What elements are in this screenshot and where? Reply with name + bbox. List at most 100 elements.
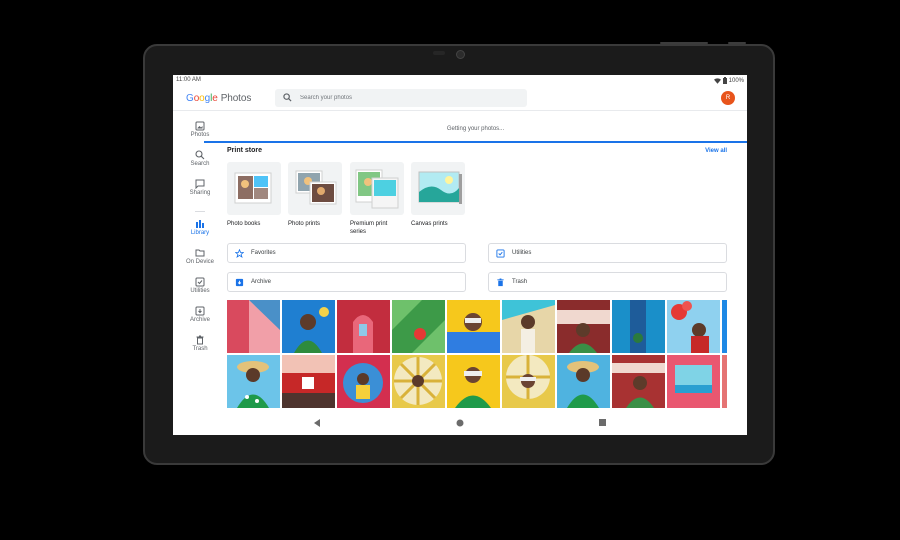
logo-letter: e bbox=[212, 93, 218, 104]
photo-thumbnail[interactable] bbox=[282, 300, 335, 353]
print-store-title: Print store bbox=[227, 147, 263, 154]
utilities-chip[interactable]: Utilities bbox=[488, 243, 727, 263]
nav-label: On Device bbox=[185, 259, 214, 265]
photo-image bbox=[337, 300, 390, 353]
print-label: Canvas prints bbox=[411, 221, 448, 227]
status-time: 11:00 AM bbox=[176, 77, 201, 83]
print-card-canvas-prints[interactable] bbox=[411, 162, 465, 215]
print-card-photo-prints[interactable] bbox=[288, 162, 342, 215]
photo-image bbox=[667, 355, 720, 408]
photo-thumbnail[interactable] bbox=[667, 300, 720, 353]
star-icon bbox=[235, 249, 244, 258]
photo-thumbnail[interactable] bbox=[722, 300, 727, 353]
utilities-icon bbox=[195, 277, 205, 287]
archive-chip[interactable]: Archive bbox=[227, 272, 466, 292]
archive-icon bbox=[195, 306, 205, 316]
photo-thumbnail[interactable] bbox=[612, 300, 665, 353]
photo-thumbnail[interactable] bbox=[392, 355, 445, 408]
nav-item-search[interactable]: Search bbox=[173, 150, 227, 177]
photo-image bbox=[557, 355, 610, 408]
photo-thumbnail[interactable] bbox=[337, 300, 390, 353]
photo-image bbox=[722, 300, 727, 353]
search-input[interactable] bbox=[300, 89, 520, 107]
photo-prints-thumbnail bbox=[295, 170, 337, 205]
loading-text: Getting your photos... bbox=[446, 126, 505, 132]
utilities-icon bbox=[496, 249, 505, 258]
print-label: Photo prints bbox=[288, 221, 321, 227]
favorites-chip[interactable]: Favorites bbox=[227, 243, 466, 263]
logo-product: Photos bbox=[220, 93, 252, 104]
nav-divider bbox=[195, 211, 205, 212]
nav-item-archive[interactable]: Archive bbox=[173, 306, 227, 333]
photo-image bbox=[227, 300, 280, 353]
print-card-photo-books[interactable] bbox=[227, 162, 281, 215]
photo-thumbnail[interactable] bbox=[557, 300, 610, 353]
photo-book-thumbnail bbox=[234, 172, 272, 204]
photo-thumbnail[interactable] bbox=[612, 355, 665, 408]
photo-image bbox=[722, 355, 727, 408]
nav-item-trash[interactable]: Trash bbox=[173, 335, 227, 362]
nav-item-utilities[interactable]: Utilities bbox=[173, 277, 227, 304]
nav-label: Utilities bbox=[190, 288, 210, 294]
trash-chip[interactable]: Trash bbox=[488, 272, 727, 292]
front-camera bbox=[456, 50, 465, 59]
photo-image bbox=[557, 300, 610, 353]
home-icon[interactable] bbox=[456, 419, 464, 427]
photo-thumbnail[interactable] bbox=[557, 355, 610, 408]
archive-icon bbox=[235, 278, 244, 287]
chip-label: Trash bbox=[512, 279, 528, 285]
photo-image bbox=[337, 355, 390, 408]
photo-image bbox=[392, 355, 445, 408]
search-icon bbox=[195, 150, 205, 160]
photo-thumbnail[interactable] bbox=[502, 300, 555, 353]
trash-icon bbox=[497, 278, 504, 287]
photo-thumbnail[interactable] bbox=[392, 300, 445, 353]
wifi-icon bbox=[713, 77, 721, 84]
photo-thumbnail[interactable] bbox=[282, 355, 335, 408]
status-icons: 100% bbox=[713, 77, 744, 84]
photo-thumbnail[interactable] bbox=[667, 355, 720, 408]
nav-label: Library bbox=[190, 230, 210, 236]
print-label: Premium print series bbox=[350, 221, 388, 235]
photo-image bbox=[667, 300, 720, 353]
photo-image bbox=[227, 355, 280, 408]
folder-icon bbox=[195, 249, 205, 257]
account-avatar[interactable]: R bbox=[721, 91, 735, 105]
photo-image bbox=[612, 355, 665, 408]
volume-button bbox=[660, 42, 708, 44]
photo-thumbnail[interactable] bbox=[447, 300, 500, 353]
photo-thumbnail[interactable] bbox=[722, 355, 727, 408]
search-icon bbox=[283, 93, 292, 102]
google-photos-logo[interactable]: Google Photos bbox=[186, 93, 251, 104]
photo-image bbox=[282, 300, 335, 353]
power-button bbox=[728, 42, 746, 44]
battery-icon bbox=[722, 77, 727, 84]
photo-image bbox=[447, 300, 500, 353]
back-icon[interactable] bbox=[314, 419, 321, 427]
photo-thumbnail[interactable] bbox=[227, 355, 280, 408]
recents-icon[interactable] bbox=[599, 419, 606, 426]
front-sensor bbox=[433, 51, 445, 55]
app-bar-divider bbox=[173, 110, 747, 111]
nav-label: Search bbox=[190, 161, 210, 167]
photo-image bbox=[447, 355, 500, 408]
photo-thumbnail[interactable] bbox=[447, 355, 500, 408]
loading-progress-bar bbox=[204, 141, 747, 143]
photo-thumbnail[interactable] bbox=[227, 300, 280, 353]
nav-item-on-device[interactable]: On Device bbox=[173, 248, 227, 275]
nav-label: Photos bbox=[190, 132, 210, 138]
chip-label: Favorites bbox=[251, 250, 276, 256]
search-bar[interactable] bbox=[275, 89, 527, 107]
nav-item-sharing[interactable]: Sharing bbox=[173, 179, 227, 206]
system-navigation-bar bbox=[173, 411, 747, 435]
photo-thumbnail[interactable] bbox=[502, 355, 555, 408]
chat-icon bbox=[195, 179, 205, 189]
chip-label: Archive bbox=[251, 279, 272, 285]
view-all-link[interactable]: View all bbox=[705, 148, 727, 154]
nav-item-library[interactable]: Library bbox=[173, 219, 227, 246]
print-card-premium-print-series[interactable] bbox=[350, 162, 404, 215]
app-bar: GooglePhotos R bbox=[173, 87, 747, 110]
photo-image bbox=[502, 355, 555, 408]
library-icon bbox=[196, 220, 204, 228]
photo-thumbnail[interactable] bbox=[337, 355, 390, 408]
